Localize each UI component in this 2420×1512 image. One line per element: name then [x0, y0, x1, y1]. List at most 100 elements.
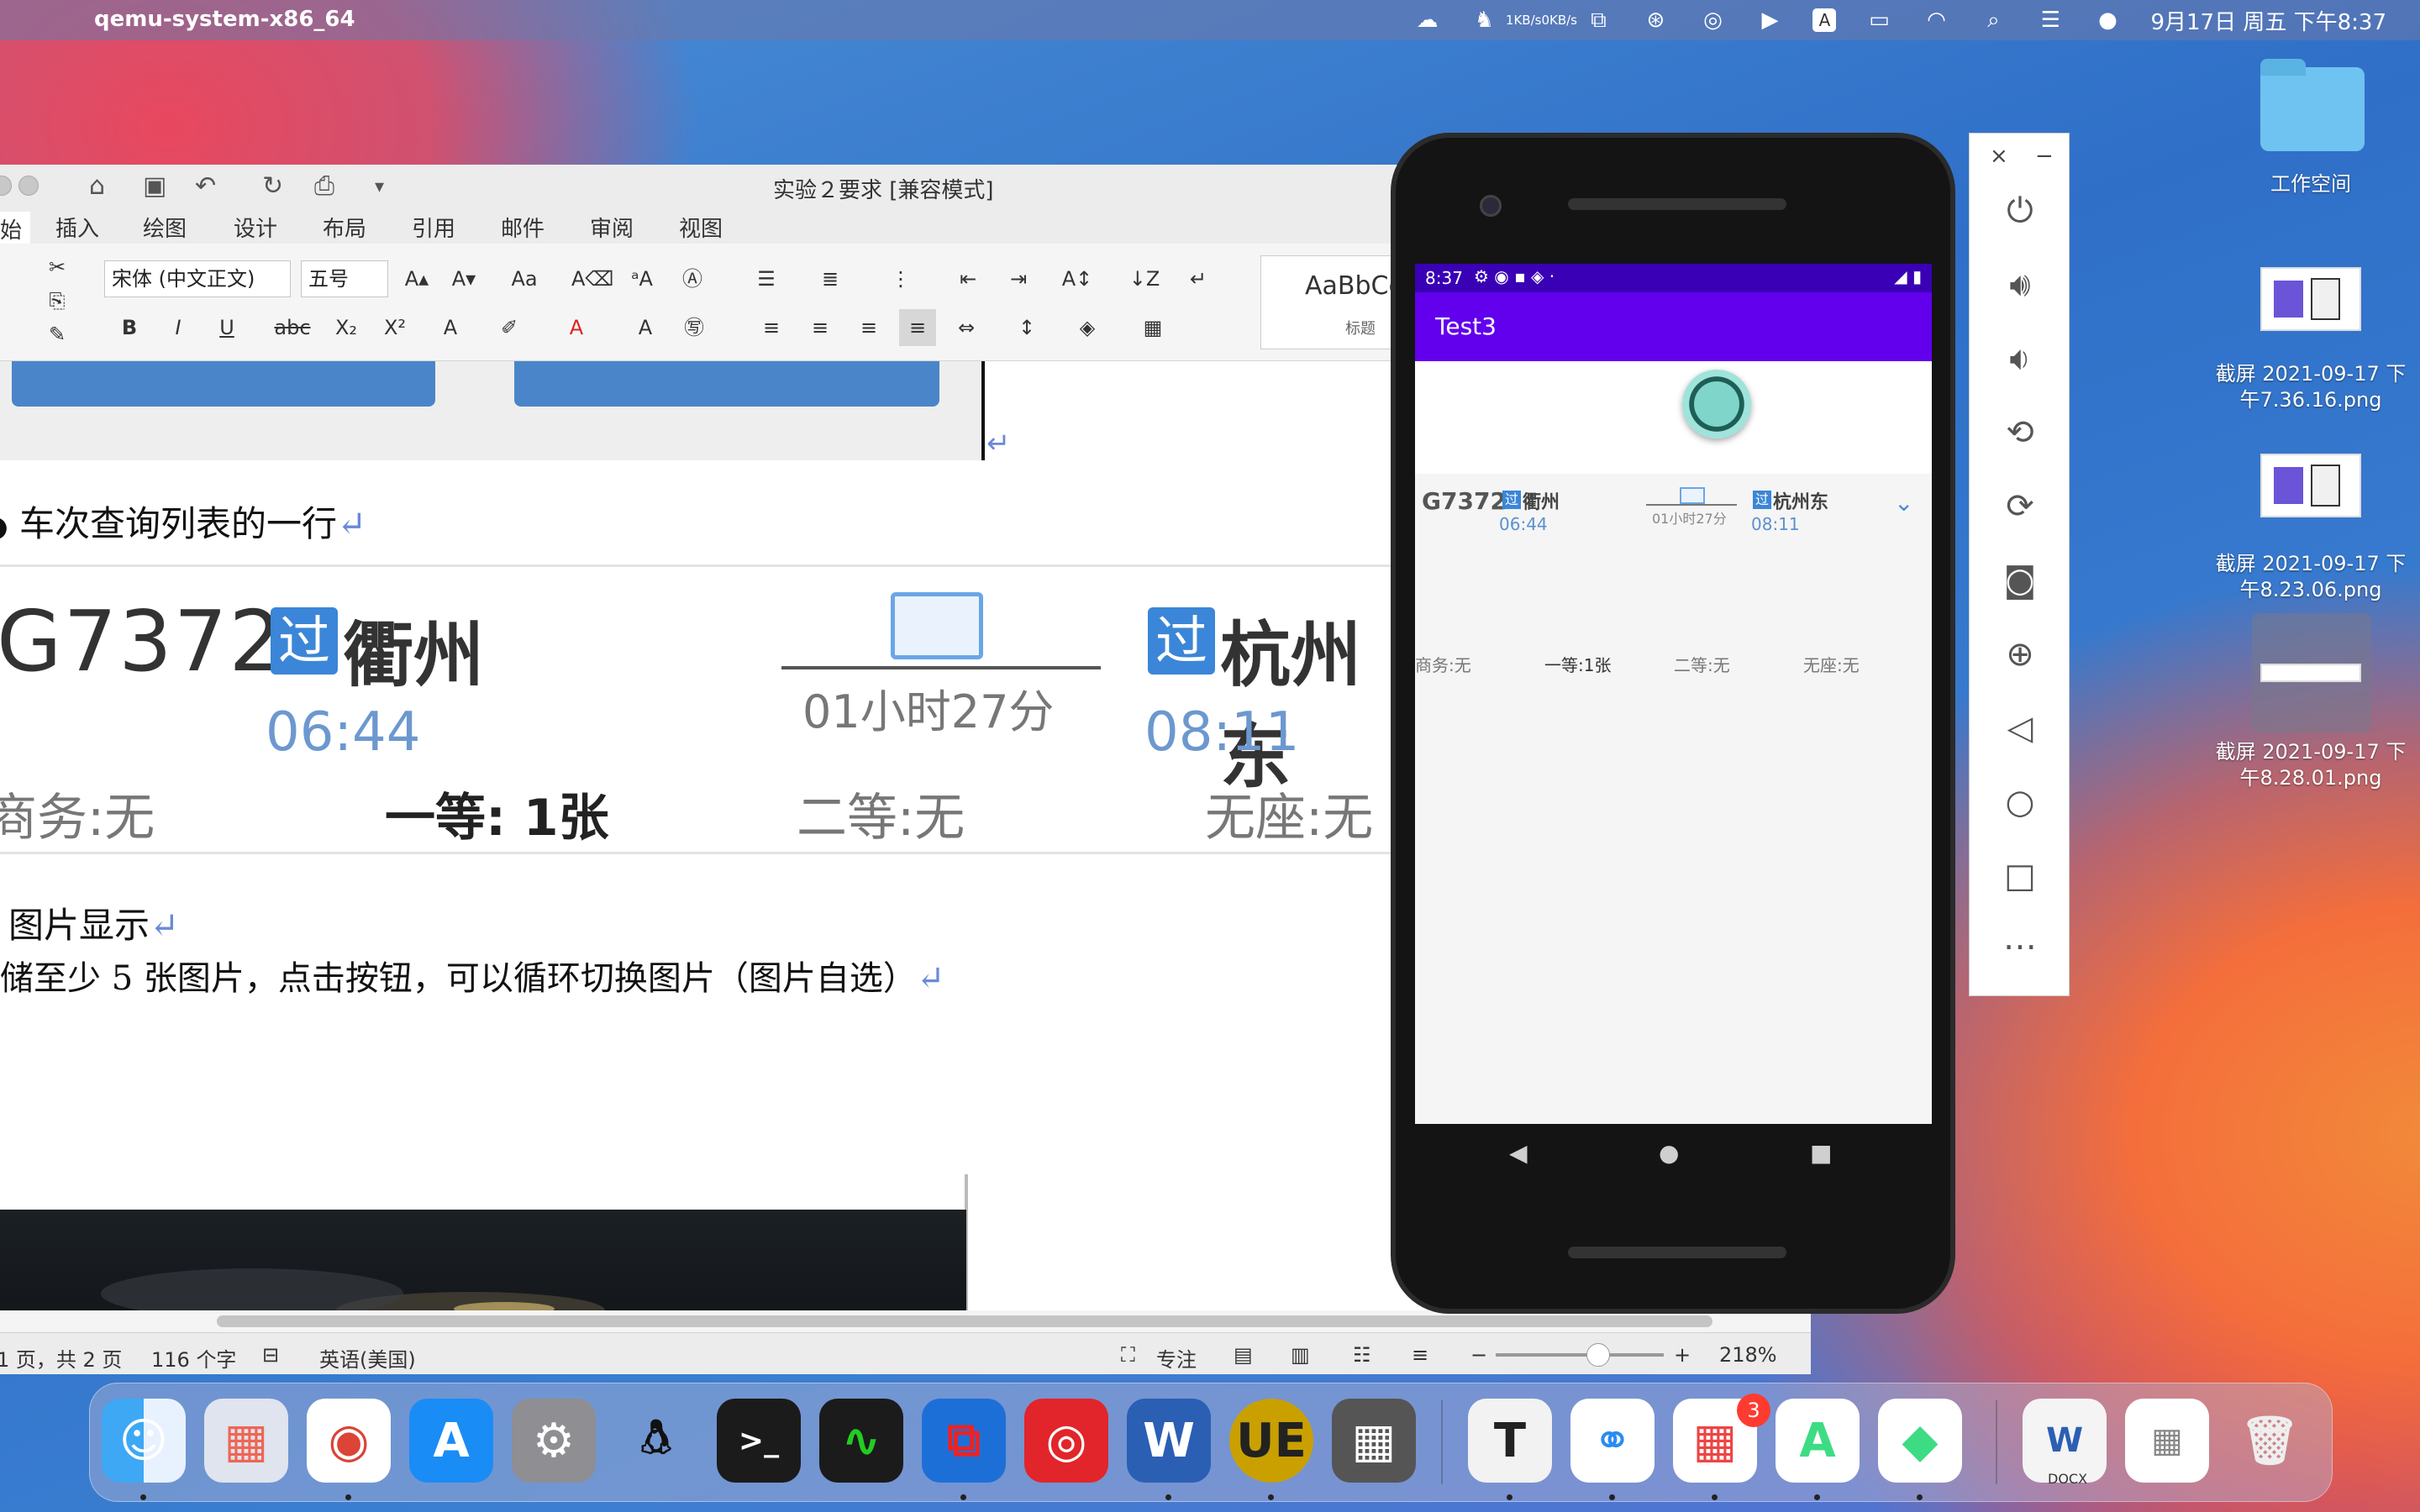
back-icon[interactable]: ◁ — [1993, 701, 2047, 755]
redo-icon[interactable]: ↻ — [262, 171, 283, 201]
control-center-icon[interactable]: ☰ — [2036, 8, 2065, 33]
tab-insert[interactable]: 插入 — [55, 212, 99, 243]
proofing-icon[interactable]: ⊟ — [262, 1343, 279, 1367]
cloud-sync-icon[interactable]: ☁ — [1413, 8, 1441, 33]
save-icon[interactable]: ▣ — [143, 171, 166, 201]
volume-up-icon[interactable]: 🔊︎ — [1993, 258, 2047, 312]
text-direction-icon[interactable]: A↕ — [1059, 260, 1096, 297]
play-icon[interactable]: ▶ — [1755, 8, 1784, 33]
android-studio-icon[interactable]: A — [1776, 1399, 1860, 1483]
tab-mailings[interactable]: 邮件 — [501, 212, 544, 243]
nav-home-icon[interactable]: ● — [1659, 1139, 1679, 1167]
trash-icon[interactable]: 🗑︎ — [2228, 1399, 2312, 1483]
screenshot-thumb-3[interactable] — [2260, 664, 2361, 682]
siri-icon[interactable]: ● — [2093, 8, 2122, 33]
tab-layout[interactable]: 布局 — [323, 212, 366, 243]
focus-mode[interactable]: 专注 — [1156, 1343, 1197, 1373]
screenshot-label-2[interactable]: 截屏 2021-09-17 下午8.23.06.png — [2210, 551, 2412, 603]
distributed-icon[interactable]: ⇔ — [948, 309, 985, 346]
home-icon[interactable]: ⌂ — [89, 171, 105, 201]
home-icon[interactable]: ○ — [1993, 775, 2047, 829]
cut-icon[interactable]: ✂ — [39, 249, 76, 286]
justify-icon[interactable]: ≡ — [899, 309, 936, 346]
terminal-icon[interactable]: >_ — [717, 1399, 801, 1483]
print-icon[interactable]: ⎙ — [314, 171, 334, 201]
overview-icon[interactable]: □ — [1993, 849, 2047, 903]
input-method-icon[interactable]: A — [1812, 8, 1837, 32]
minimize-emulator-icon[interactable]: − — [2035, 144, 2054, 169]
scroll-thumb[interactable] — [217, 1315, 1712, 1327]
clear-formatting-icon[interactable]: A⌫ — [571, 260, 613, 297]
calculator-icon[interactable]: ▦ — [1332, 1399, 1416, 1483]
cat-icon[interactable]: ♞ — [1470, 8, 1498, 33]
enclose-character-icon[interactable]: ㊢ — [676, 309, 713, 346]
emulator-screen[interactable]: 8:37 ⚙ ◉ ▪ ◈ · ◢ ▮ Test3 G7372 过 衢州 06:4… — [1415, 264, 1932, 1124]
borders-icon[interactable]: ▦ — [1134, 309, 1171, 346]
screenshot-thumb-2[interactable] — [2260, 454, 2361, 517]
zoom-level[interactable]: 218% — [1719, 1343, 1777, 1367]
format-painter-icon[interactable]: ✎ — [39, 316, 76, 353]
zoom-icon[interactable]: ⊕ — [1993, 627, 2047, 681]
grow-font-icon[interactable]: A▴ — [398, 260, 435, 297]
highlight-icon[interactable]: ✐ — [491, 309, 528, 346]
netease-music-icon[interactable]: ◎ — [1024, 1399, 1108, 1483]
tab-references[interactable]: 引用 — [412, 212, 455, 243]
superscript-icon[interactable]: X² — [376, 309, 413, 346]
font-size-select[interactable]: 五号 — [301, 260, 388, 297]
phonetic-guide-icon[interactable]: ᵃA — [623, 260, 660, 297]
close-window-button[interactable] — [0, 176, 12, 196]
finder-icon[interactable]: ☺ — [102, 1399, 186, 1483]
align-right-icon[interactable]: ≡ — [850, 309, 887, 346]
nav-back-icon[interactable]: ◀ — [1509, 1139, 1528, 1167]
line-spacing-icon[interactable]: ↕ — [1008, 309, 1045, 346]
character-shading-icon[interactable]: A — [627, 309, 664, 346]
italic-icon[interactable]: I — [160, 309, 197, 346]
expand-chevron-icon[interactable]: ⌄ — [1894, 489, 1913, 517]
camera-icon[interactable]: ◙ — [1993, 554, 2047, 607]
bold-icon[interactable]: B — [111, 309, 148, 346]
screen-mirror-icon[interactable]: ⧉ — [1584, 8, 1612, 33]
undo-icon[interactable]: ↶ — [195, 171, 216, 201]
screenshot-thumb-1[interactable] — [2260, 267, 2361, 331]
align-left-icon[interactable]: ≡ — [753, 309, 790, 346]
battery-icon[interactable]: ▭ — [1865, 8, 1893, 33]
chrome-icon[interactable]: ◉ — [307, 1399, 391, 1483]
font-name-select[interactable]: 宋体 (中文正文) — [104, 260, 291, 297]
screenshot-label-3[interactable]: 截屏 2021-09-17 下午8.28.01.png — [2210, 739, 2412, 791]
align-center-icon[interactable]: ≡ — [802, 309, 839, 346]
clock[interactable]: 9月17日 周五 下午8:37 — [2150, 5, 2386, 36]
rotate-right-icon[interactable]: ⟳ — [1993, 480, 2047, 533]
font-color-icon[interactable]: A — [558, 309, 595, 346]
active-app-name[interactable]: qemu-system-x86_64 — [94, 7, 355, 32]
tab-design[interactable]: 设计 — [234, 212, 277, 243]
change-case-icon[interactable]: Aa — [506, 260, 543, 297]
minimize-window-button[interactable] — [18, 176, 39, 196]
close-emulator-icon[interactable]: × — [1990, 144, 2008, 169]
tab-review[interactable]: 审阅 — [590, 212, 634, 243]
power-icon[interactable]: ⏻ — [1993, 184, 2047, 238]
search-icon[interactable]: ⌕ — [1979, 8, 2007, 33]
character-border-icon[interactable]: Ⓐ — [674, 260, 711, 297]
more-icon[interactable]: ⋯ — [1993, 920, 2047, 974]
word-count[interactable]: 116 个字 — [151, 1343, 236, 1373]
page-count[interactable]: 1 页，共 2 页 — [0, 1343, 122, 1373]
spiral-icon[interactable]: ◎ — [1698, 8, 1727, 33]
zoom-out-icon[interactable]: − — [1470, 1343, 1487, 1367]
tab-view[interactable]: 视图 — [679, 212, 723, 243]
zoom-slider-knob[interactable] — [1586, 1343, 1610, 1367]
vpn-icon[interactable]: ⊛ — [1641, 8, 1670, 33]
subscript-icon[interactable]: X₂ — [328, 309, 365, 346]
bullets-icon[interactable]: ☰ — [748, 260, 785, 297]
android-file-transfer-icon[interactable]: ◆ — [1878, 1399, 1962, 1483]
customize-toolbar-icon[interactable]: ▾ — [375, 176, 384, 197]
tab-draw[interactable]: 绘图 — [143, 212, 187, 243]
shrink-font-icon[interactable]: A▾ — [445, 260, 482, 297]
system-preferences-icon[interactable]: ⚙ — [512, 1399, 596, 1483]
strikethrough-icon[interactable]: abc — [274, 309, 311, 346]
zoom-in-icon[interactable]: + — [1674, 1343, 1691, 1367]
tab-home[interactable]: 始 — [0, 212, 31, 246]
app-store-icon[interactable]: A — [409, 1399, 493, 1483]
language[interactable]: 英语(美国) — [319, 1343, 416, 1373]
copy-icon[interactable]: ⎘ — [39, 282, 76, 319]
baidu-netdisk-icon[interactable]: ⚭ — [1570, 1399, 1655, 1483]
